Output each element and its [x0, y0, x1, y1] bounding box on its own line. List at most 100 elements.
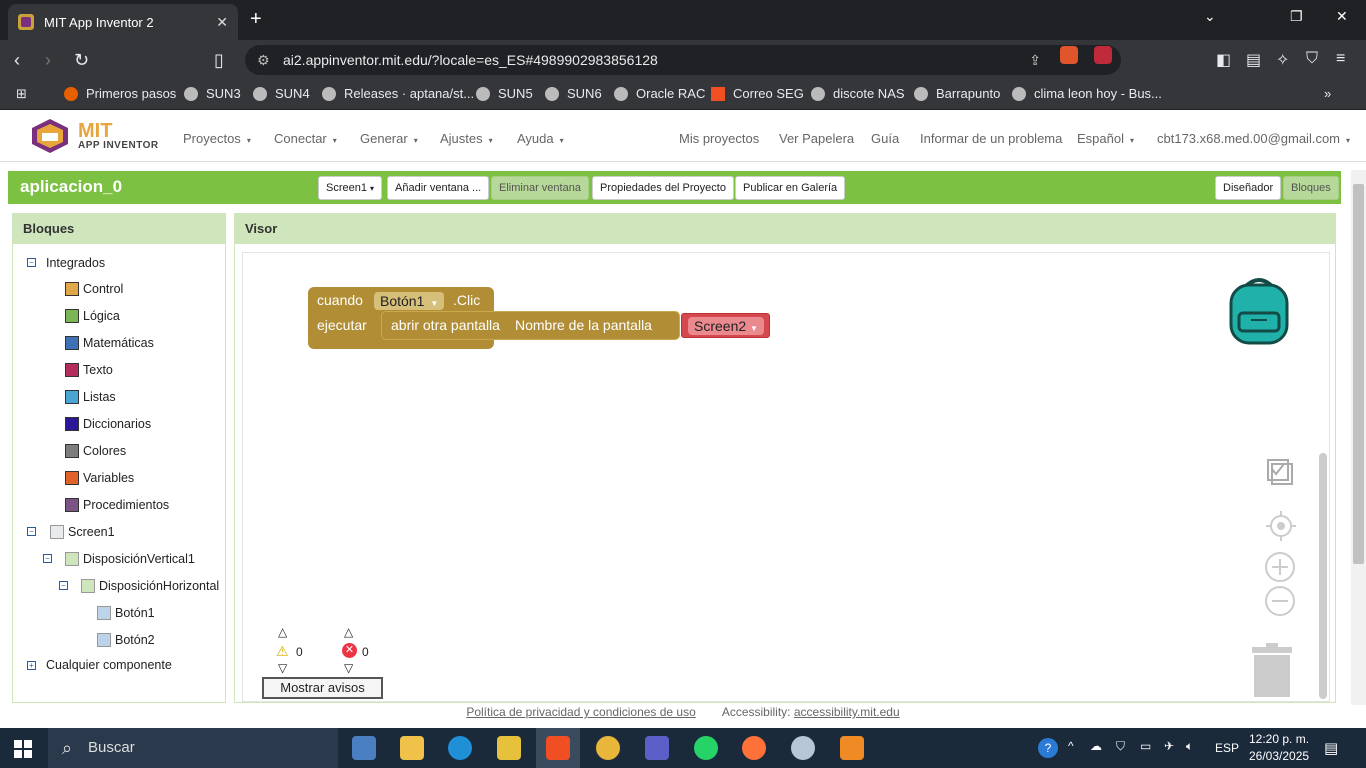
- recenter-icon[interactable]: [1266, 511, 1296, 541]
- browser-tab[interactable]: MIT App Inventor 2 ✕: [8, 4, 238, 40]
- collapse-builtin-icon[interactable]: −: [27, 258, 36, 267]
- menu-ajustes[interactable]: Ajustes ▾: [440, 131, 493, 146]
- link-ver-papelera[interactable]: Ver Papelera: [779, 131, 854, 146]
- tab-close-icon[interactable]: ✕: [216, 14, 228, 31]
- notifications-icon[interactable]: ▤: [1324, 739, 1338, 757]
- prev-warning-icon[interactable]: △: [278, 625, 287, 639]
- restore-window-icon[interactable]: ❐: [1290, 8, 1303, 25]
- bookmark-item[interactable]: SUN3: [184, 86, 241, 101]
- category-colors[interactable]: Colores: [65, 444, 126, 458]
- next-warning-icon[interactable]: ▽: [278, 661, 287, 675]
- bookmark-item[interactable]: SUN5: [476, 86, 533, 101]
- publish-gallery-button[interactable]: Publicar en Galería: [735, 176, 846, 200]
- teams-icon[interactable]: [645, 736, 669, 760]
- more-bookmarks-icon[interactable]: »: [1324, 86, 1331, 101]
- language-indicator[interactable]: ESP: [1215, 741, 1239, 755]
- share-icon[interactable]: ⇪: [1029, 45, 1041, 75]
- menu-conectar[interactable]: Conectar ▾: [274, 131, 337, 146]
- tree-any-component[interactable]: Cualquier componente: [46, 658, 172, 672]
- bookmark-item[interactable]: Releases · aptana/st...: [322, 86, 474, 101]
- category-procedures[interactable]: Procedimientos: [65, 498, 169, 512]
- category-control[interactable]: Control: [65, 282, 123, 296]
- volume-icon[interactable]: 🔈︎: [1186, 739, 1193, 754]
- tray-chevron-icon[interactable]: ^: [1068, 739, 1074, 753]
- taskbar-app-icon[interactable]: [352, 736, 376, 760]
- bookmark-item[interactable]: Correo SEG: [711, 86, 804, 101]
- collapse-vertical-icon[interactable]: −: [43, 554, 52, 563]
- designer-button[interactable]: Diseñador: [1215, 176, 1282, 200]
- vpn-icon[interactable]: ⛉: [1306, 50, 1318, 68]
- bookmark-item[interactable]: Primeros pasos: [64, 86, 176, 101]
- onedrive-icon[interactable]: ☁: [1090, 739, 1102, 753]
- screen-select[interactable]: Screen1 ▾: [318, 176, 383, 200]
- backpack-icon[interactable]: [1225, 275, 1293, 345]
- windows-start-icon[interactable]: [14, 740, 32, 758]
- paint-icon[interactable]: [791, 736, 815, 760]
- forward-icon[interactable]: ›: [45, 50, 51, 71]
- zoom-out-icon[interactable]: [1264, 585, 1296, 617]
- component-dropdown[interactable]: Botón1 ▼: [374, 292, 445, 310]
- category-text[interactable]: Texto: [65, 363, 113, 377]
- chrome-icon[interactable]: [596, 736, 620, 760]
- whatsapp-icon[interactable]: [694, 736, 718, 760]
- bookmark-item[interactable]: SUN4: [253, 86, 310, 101]
- apps-grid-icon[interactable]: ⊞: [16, 86, 27, 102]
- brave-icon[interactable]: [546, 736, 570, 760]
- page-scrollbar[interactable]: [1351, 170, 1366, 705]
- network-icon[interactable]: ✈: [1164, 739, 1174, 753]
- accessibility-link[interactable]: accessibility.mit.edu: [794, 705, 900, 719]
- brave-shield-icon[interactable]: [1060, 46, 1078, 64]
- reload-icon[interactable]: ↻: [74, 50, 89, 71]
- category-math[interactable]: Matemáticas: [65, 336, 154, 350]
- tree-horizontal-arrangement[interactable]: DisposiciónHorizontal: [81, 579, 219, 593]
- close-window-icon[interactable]: ✕: [1336, 8, 1348, 25]
- bookmark-item[interactable]: SUN6: [545, 86, 602, 101]
- bookmark-item[interactable]: discote NAS: [811, 86, 905, 101]
- show-warnings-button[interactable]: Mostrar avisos: [262, 677, 383, 699]
- bookmark-icon[interactable]: ▯: [214, 50, 224, 71]
- language-menu[interactable]: Español ▾: [1077, 131, 1134, 146]
- bookmark-item[interactable]: clima leon hoy - Bus...: [1012, 86, 1162, 101]
- link-report-problem[interactable]: Informar de un problema: [920, 131, 1062, 146]
- zoom-in-icon[interactable]: [1264, 551, 1296, 583]
- wallet-icon[interactable]: ▤: [1246, 50, 1261, 70]
- site-settings-icon[interactable]: ⚙: [257, 45, 270, 75]
- bookmark-item[interactable]: Oracle RAC: [614, 86, 705, 101]
- category-lists[interactable]: Listas: [65, 390, 116, 404]
- expand-any-component-icon[interactable]: +: [27, 661, 36, 670]
- privacy-link[interactable]: Política de privacidad y condiciones de …: [466, 705, 695, 719]
- blocks-button[interactable]: Bloques: [1283, 176, 1339, 200]
- link-guia[interactable]: Guía: [871, 131, 899, 146]
- clock-time[interactable]: 12:20 p. m.: [1249, 732, 1309, 746]
- edge-icon[interactable]: [448, 736, 472, 760]
- menu-proyectos[interactable]: Proyectos ▾: [183, 131, 251, 146]
- tree-button2[interactable]: Botón2: [97, 633, 155, 647]
- firefox-icon[interactable]: [742, 736, 766, 760]
- tab-list-chevron-icon[interactable]: ⌄: [1204, 8, 1216, 25]
- menu-ayuda[interactable]: Ayuda ▾: [517, 131, 564, 146]
- category-logic[interactable]: Lógica: [65, 309, 120, 323]
- remove-window-button[interactable]: Eliminar ventana: [491, 176, 589, 200]
- file-explorer-icon[interactable]: [400, 736, 424, 760]
- link-mis-proyectos[interactable]: Mis proyectos: [679, 131, 759, 146]
- category-dictionaries[interactable]: Diccionarios: [65, 417, 151, 431]
- help-icon[interactable]: ?: [1038, 738, 1058, 758]
- tree-button1[interactable]: Botón1: [97, 606, 155, 620]
- page-scrollbar-thumb[interactable]: [1353, 184, 1364, 564]
- defender-icon[interactable]: ⛉: [1116, 739, 1125, 754]
- back-icon[interactable]: ‹: [14, 50, 20, 71]
- taskbar-search[interactable]: ⌕ Buscar: [48, 728, 338, 768]
- cleanup-icon[interactable]: [1266, 458, 1294, 486]
- screen-value-dropdown[interactable]: Screen2 ▼: [688, 317, 764, 335]
- trash-icon[interactable]: [1250, 643, 1294, 699]
- new-tab-icon[interactable]: +: [250, 8, 262, 31]
- screen-name-text-block[interactable]: Screen2 ▼: [681, 313, 770, 338]
- taskbar-app-icon[interactable]: [497, 736, 521, 760]
- account-menu[interactable]: cbt173.x68.med.00@gmail.com ▾: [1157, 131, 1350, 146]
- collapse-screen1-icon[interactable]: −: [27, 527, 36, 536]
- app-inventor-logo[interactable]: MIT APP INVENTOR: [30, 118, 159, 154]
- blocks-workspace[interactable]: cuando Botón1 ▼ .Clic ejecutar abrir otra…: [242, 252, 1330, 702]
- leo-ai-icon[interactable]: ✧: [1276, 50, 1289, 70]
- bookmark-item[interactable]: Barrapunto: [914, 86, 1000, 101]
- sidebar-icon[interactable]: ◧: [1216, 50, 1231, 70]
